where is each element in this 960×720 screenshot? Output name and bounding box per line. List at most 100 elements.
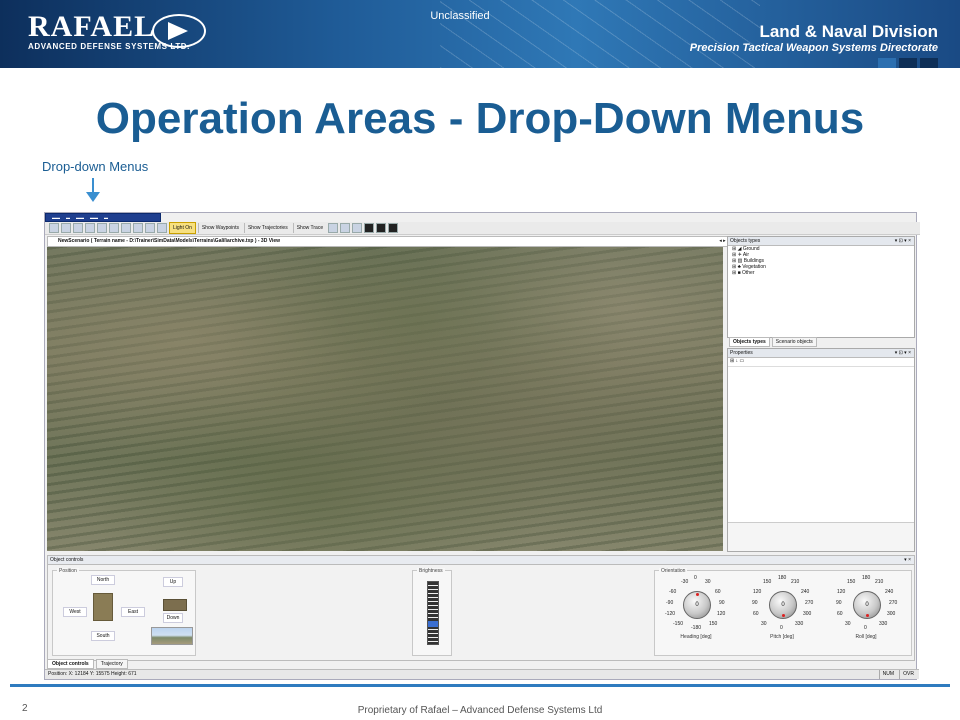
dial-tick: 60 xyxy=(715,589,721,595)
tool-icon[interactable] xyxy=(328,223,339,233)
pause-icon[interactable] xyxy=(376,223,387,233)
south-button[interactable]: South xyxy=(91,631,115,641)
directorate-name: Precision Tactical Weapon Systems Direct… xyxy=(689,42,938,54)
roll-label: Roll [deg] xyxy=(855,634,877,640)
menu-item[interactable]: ▬▬ xyxy=(90,214,98,221)
settings-icon[interactable] xyxy=(157,223,167,233)
tab-object-controls[interactable]: Object controls xyxy=(47,659,94,669)
categorized-icon[interactable]: ⊞ xyxy=(730,358,734,364)
dial-tick: 180 xyxy=(778,575,787,581)
menu-item[interactable]: ▬▬ xyxy=(76,214,84,221)
dial-tick: -180 xyxy=(691,625,702,631)
annotation-label: Drop-down Menus xyxy=(42,159,149,174)
dial-tick: 30 xyxy=(705,579,711,585)
new-file-icon[interactable] xyxy=(49,223,59,233)
show-waypoints-button[interactable]: Show Waypoints xyxy=(197,223,242,233)
dial-tick: 120 xyxy=(837,589,846,595)
dial-tick: 30 xyxy=(761,621,767,627)
dial-tick: 90 xyxy=(752,600,758,606)
pitch-label: Pitch [deg] xyxy=(770,634,794,640)
brightness-slider[interactable] xyxy=(427,581,439,645)
east-button[interactable]: East xyxy=(121,607,145,617)
pitch-dial-block: 150 180 210 120 240 90 270 60 300 30 0 3… xyxy=(747,571,817,655)
show-trace-button[interactable]: Show Trace xyxy=(292,223,326,233)
bottom-tabs: Object controls Trajectory xyxy=(47,659,128,669)
undo-icon[interactable] xyxy=(133,223,143,233)
west-button[interactable]: West xyxy=(63,607,87,617)
dial-tick: 60 xyxy=(753,611,759,617)
brightness-group: Brightness xyxy=(412,568,452,656)
save-icon[interactable] xyxy=(73,223,83,233)
roll-dial[interactable]: 0 xyxy=(853,591,881,619)
status-bar: Position: X: 12184 Y: 15575 Height: 671 … xyxy=(45,669,919,679)
brightness-thumb[interactable] xyxy=(428,621,438,627)
panel-controls-icon[interactable]: ▾ ⊡ ▾ × xyxy=(895,349,911,357)
terrain-preview-image xyxy=(151,627,193,645)
footer-rule xyxy=(10,684,950,687)
slide-title: Operation Areas - Drop-Down Menus xyxy=(95,94,865,143)
objects-panel-tabs: Objects types Scenario objects xyxy=(729,337,817,347)
dial-tick: 0 xyxy=(864,625,867,631)
object-controls-panel: Object controls ▾ × Position North South … xyxy=(47,555,915,661)
dial-tick: 300 xyxy=(803,611,812,617)
stop-icon[interactable] xyxy=(388,223,399,233)
objects-panel-title: Objects types xyxy=(730,238,761,244)
menu-bar-highlight[interactable]: ▬▬ ▬ ▬▬ ▬▬ ▬ xyxy=(45,213,161,222)
paste-icon[interactable] xyxy=(121,223,131,233)
dial-tick: -150 xyxy=(673,621,684,627)
up-button[interactable]: Up xyxy=(163,577,183,587)
delete-icon[interactable] xyxy=(97,223,107,233)
tree-item-other[interactable]: ⊞ ■ Other xyxy=(728,270,914,276)
3d-view-tab[interactable]: NewScenario ( Terrain name - D:\Trainer\… xyxy=(47,236,735,247)
dial-tick: 150 xyxy=(763,579,772,585)
dial-tick: 90 xyxy=(719,600,725,606)
dial-tick: 300 xyxy=(887,611,896,617)
brightness-label: Brightness xyxy=(417,568,445,574)
menu-item[interactable]: ▬ xyxy=(66,214,70,221)
light-on-button[interactable]: Light On xyxy=(169,222,196,234)
menu-item[interactable]: ▬▬ xyxy=(52,214,60,221)
properties-description xyxy=(728,522,914,551)
properties-panel: Properties ▾ ⊡ ▾ × ⊞ ↓ ▭ xyxy=(727,348,915,552)
orientation-group: Orientation -30 0 30 -60 60 -90 90 -120 … xyxy=(654,568,912,656)
copy-icon[interactable] xyxy=(109,223,119,233)
sort-icon[interactable]: ↓ xyxy=(736,358,739,364)
dial-tick: 210 xyxy=(791,579,800,585)
tab-trajectory[interactable]: Trajectory xyxy=(95,659,128,669)
objects-tree: ⊞ ◢ Ground ⊞ ✈ Air ⊞ ▥ Buildings ⊞ ♣ Veg… xyxy=(728,246,914,276)
heading-label: Heading [deg] xyxy=(680,634,712,640)
dial-tick: 240 xyxy=(885,589,894,595)
application-window: ▬▬ ▬ ▬▬ ▬▬ ▬ Light On Show Waypoints Sho… xyxy=(44,212,920,680)
dial-tick: 240 xyxy=(801,589,810,595)
menu-item[interactable]: ▬ xyxy=(104,214,108,221)
tab-objects-types[interactable]: Objects types xyxy=(729,337,770,347)
cut-icon[interactable] xyxy=(85,223,95,233)
dial-tick: 270 xyxy=(805,600,814,606)
dial-tick: 0 xyxy=(780,625,783,631)
panel-controls-icon[interactable]: ▾ ⊡ ▾ × xyxy=(895,237,911,245)
terrain-3d-view[interactable] xyxy=(47,247,723,551)
view-tab-label: NewScenario ( Terrain name - D:\Trainer\… xyxy=(58,238,281,244)
redo-icon[interactable] xyxy=(145,223,155,233)
dial-tick: 120 xyxy=(717,611,726,617)
down-button[interactable]: Down xyxy=(163,613,183,623)
tool-icon[interactable] xyxy=(352,223,363,233)
tab-scenario-objects[interactable]: Scenario objects xyxy=(771,337,817,347)
panel-controls-icon[interactable]: ▾ × xyxy=(904,556,911,564)
tool-icon[interactable] xyxy=(340,223,351,233)
open-folder-icon[interactable] xyxy=(61,223,71,233)
dial-tick: 330 xyxy=(795,621,804,627)
aircraft-icon xyxy=(163,599,187,611)
object-controls-title: Object controls xyxy=(50,557,84,563)
north-button[interactable]: North xyxy=(91,575,115,585)
dial-tick: 150 xyxy=(709,621,718,627)
ovr-indicator: OVR xyxy=(899,670,917,679)
num-indicator: NUM xyxy=(878,670,897,679)
show-trajectories-button[interactable]: Show Trajectories xyxy=(243,223,291,233)
pitch-dial[interactable]: 0 xyxy=(769,591,797,619)
play-icon[interactable] xyxy=(364,223,375,233)
roll-dial-block: 150 180 210 120 240 90 270 60 300 30 0 3… xyxy=(831,571,901,655)
property-pages-icon[interactable]: ▭ xyxy=(739,358,744,364)
heading-dial[interactable]: 0 xyxy=(683,591,711,619)
dial-tick: 0 xyxy=(694,575,697,581)
